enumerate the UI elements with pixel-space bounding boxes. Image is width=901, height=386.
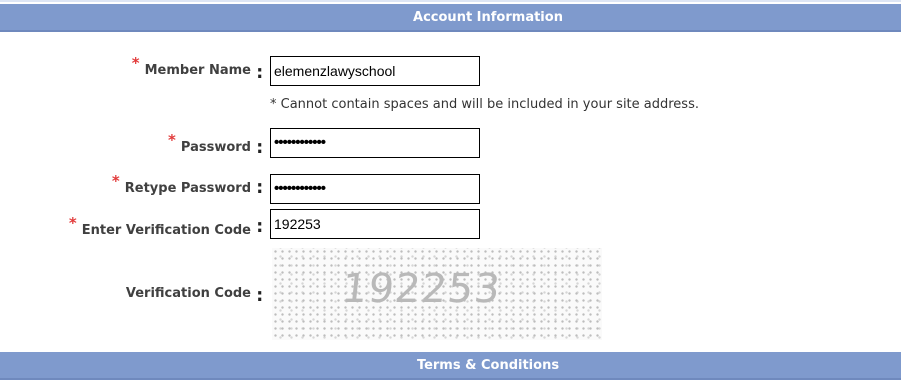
member-name-label: * Member Name — [132, 54, 251, 78]
required-marker: * — [111, 172, 120, 190]
verification-code-label-text: Verification Code — [125, 286, 251, 301]
captcha-image: 192253 — [272, 248, 602, 340]
colon: : — [254, 136, 266, 158]
password-input[interactable]: •••••••••••• — [270, 128, 480, 158]
colon: : — [254, 215, 266, 237]
required-marker: * — [131, 54, 140, 72]
verification-code-input[interactable]: 192253 — [270, 209, 480, 239]
member-name-hint: * Cannot contain spaces and will be incl… — [270, 97, 699, 112]
required-marker: * — [68, 214, 77, 232]
top-border — [0, 0, 901, 2]
required-marker: * — [168, 131, 176, 149]
enter-verification-code-label: * Enter Verification Code — [69, 214, 251, 238]
enter-verification-code-label-text: Enter Verification Code — [81, 223, 251, 238]
retype-password-label-text: Retype Password — [124, 181, 251, 196]
member-name-label-text: Member Name — [144, 63, 251, 78]
section-header-terms-conditions: Terms & Conditions — [0, 352, 901, 380]
member-name-input[interactable]: elemenzlawyschool — [270, 56, 480, 86]
retype-password-label: * Retype Password — [112, 172, 251, 196]
retype-password-input[interactable]: •••••••••••• — [270, 174, 480, 204]
password-label-text: Password — [180, 140, 251, 155]
section-title-account: Account Information — [413, 10, 563, 25]
verification-code-label: Verification Code — [126, 286, 251, 301]
colon: : — [254, 61, 266, 83]
colon: : — [254, 284, 266, 306]
section-header-account-information: Account Information — [0, 4, 901, 32]
section-title-terms: Terms & Conditions — [416, 358, 560, 373]
password-label: * Password — [168, 131, 251, 155]
captcha-text: 192253 — [339, 266, 504, 312]
colon: : — [254, 176, 266, 198]
